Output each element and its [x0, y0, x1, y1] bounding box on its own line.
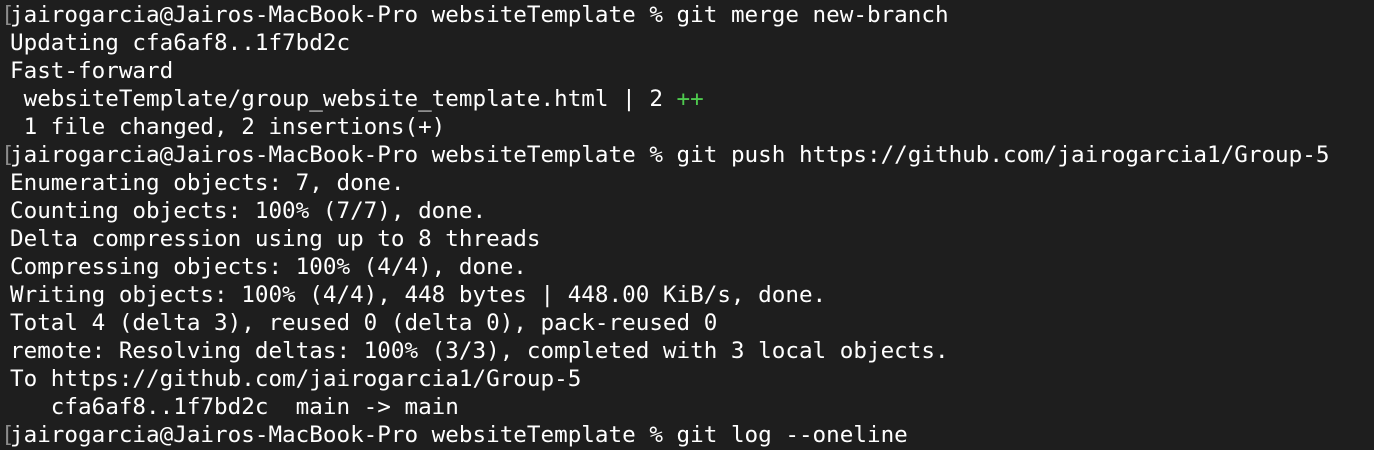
- output-line: Writing objects: 100% (4/4), 448 bytes |…: [10, 282, 827, 308]
- output-line: cfa6af8..1f7bd2c main -> main: [10, 394, 459, 420]
- diffstat-insertions: ++: [676, 86, 704, 112]
- diffstat-line: websiteTemplate/group_website_template.h…: [0, 85, 1374, 113]
- output-line: Counting objects: 100% (7/7), done.: [10, 198, 487, 224]
- command-text: git push https://github.com/jairogarcia1…: [676, 142, 1330, 168]
- output-line: To https://github.com/jairogarcia1/Group…: [10, 366, 582, 392]
- prompt-line: [jairogarcia@Jairos-MacBook-Pro websiteT…: [0, 1, 1374, 29]
- output-line: Enumerating objects: 7, done.: [10, 170, 405, 196]
- prompt-bracket: [: [1, 422, 15, 448]
- prompt-line: [jairogarcia@Jairos-MacBook-Pro websiteT…: [0, 421, 1374, 449]
- prompt-bracket: [: [1, 142, 15, 168]
- command-text: git log --oneline: [676, 422, 908, 448]
- prompt-line: [jairogarcia@Jairos-MacBook-Pro websiteT…: [0, 141, 1374, 169]
- output-line: Total 4 (delta 3), reused 0 (delta 0), p…: [10, 310, 718, 336]
- output-line: Updating cfa6af8..1f7bd2c: [10, 30, 351, 56]
- output-line: Fast-forward: [10, 58, 174, 84]
- prompt-text: jairogarcia@Jairos-MacBook-Pro websiteTe…: [10, 422, 677, 448]
- terminal-window[interactable]: [jairogarcia@Jairos-MacBook-Pro websiteT…: [0, 0, 1374, 450]
- prompt-text: jairogarcia@Jairos-MacBook-Pro websiteTe…: [10, 2, 677, 28]
- diffstat-file: websiteTemplate/group_website_template.h…: [10, 86, 677, 112]
- command-text: git merge new-branch: [676, 2, 949, 28]
- output-line: remote: Resolving deltas: 100% (3/3), co…: [10, 338, 949, 364]
- prompt-text: jairogarcia@Jairos-MacBook-Pro websiteTe…: [10, 142, 677, 168]
- output-line: Compressing objects: 100% (4/4), done.: [10, 254, 527, 280]
- output-line: 1 file changed, 2 insertions(+): [10, 114, 446, 140]
- prompt-bracket: [: [1, 2, 15, 28]
- output-line: Delta compression using up to 8 threads: [10, 226, 541, 252]
